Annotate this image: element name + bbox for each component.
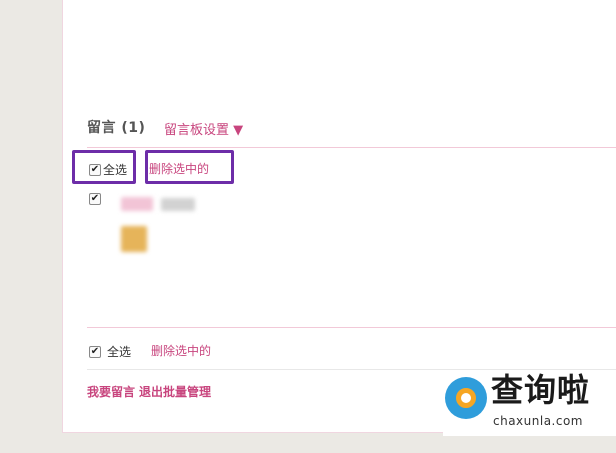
watermark-subtitle: chaxunla.com	[493, 414, 583, 428]
exit-batch-manage-link[interactable]: 退出批量管理	[139, 383, 211, 400]
magnifier-logo-icon	[445, 377, 487, 419]
select-all-bottom-label: 全选	[107, 345, 132, 359]
select-all-bottom-checkbox[interactable]: ✔	[89, 345, 101, 358]
select-all-highlight-box	[72, 150, 136, 184]
message-item: ✔	[89, 193, 101, 205]
watermark-title: 查询啦	[491, 371, 591, 409]
messages-count: (1)	[121, 120, 146, 136]
magnifier-logo-inner	[456, 388, 476, 408]
items-divider	[87, 327, 616, 328]
message-board-panel: 留言 (1) 留言板设置 ▼ ✔ 全选 删除选中的 ✔ ✔ 全选 删除选中的 我…	[62, 0, 616, 433]
header-divider	[87, 147, 616, 148]
footer-links: 我要留言 退出批量管理	[87, 383, 211, 400]
delete-selected-highlight-box	[145, 150, 234, 184]
message-board-settings-link[interactable]: 留言板设置 ▼	[164, 119, 243, 138]
messages-title-text: 留言	[87, 120, 116, 136]
select-all-bottom[interactable]: ✔ 全选	[89, 343, 131, 360]
message-item-checkbox[interactable]: ✔	[89, 193, 101, 205]
messages-section-title: 留言 (1)	[87, 117, 145, 137]
blurred-username	[121, 197, 153, 211]
leave-message-link[interactable]: 我要留言	[87, 383, 135, 400]
watermark: 查询啦 chaxunla.com	[443, 370, 616, 436]
delete-selected-bottom-link[interactable]: 删除选中的	[151, 342, 211, 359]
blurred-avatar	[121, 226, 147, 252]
blurred-timestamp	[161, 198, 195, 211]
